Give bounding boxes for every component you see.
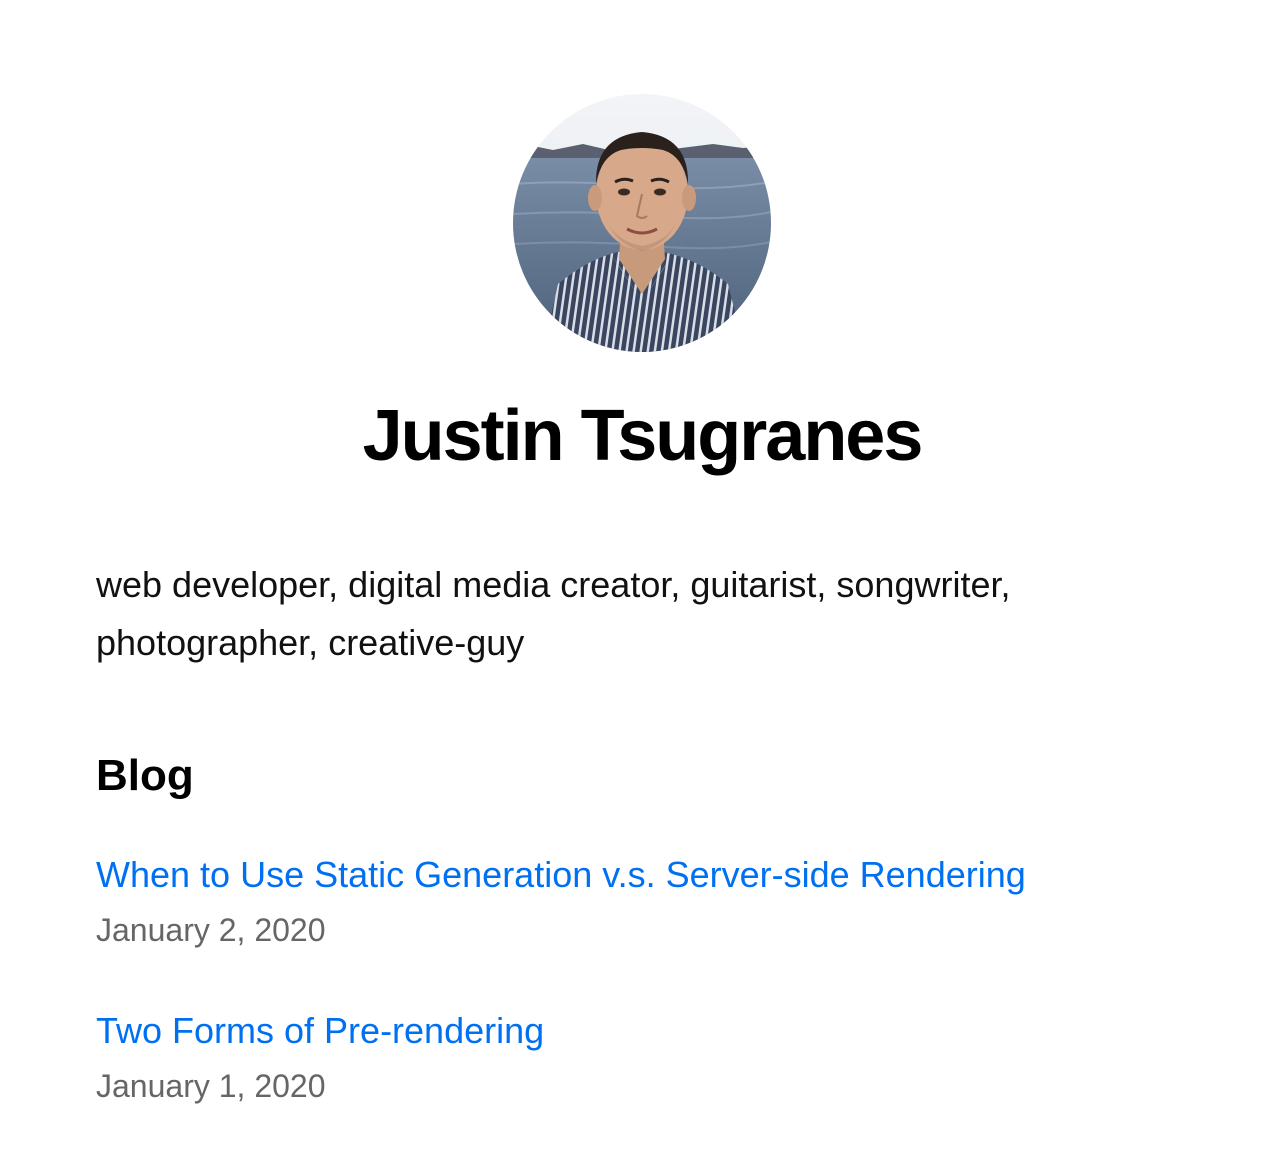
blog-post-link[interactable]: Two Forms of Pre-rendering (96, 1006, 544, 1056)
profile-bio: web developer, digital media creator, gu… (96, 564, 1011, 663)
page: Justin Tsugranes web developer, digital … (0, 0, 1284, 1174)
blog-section: Blog When to Use Static Generation v.s. … (96, 748, 1196, 1104)
blog-post-date: January 2, 2020 (96, 912, 326, 948)
profile-avatar (513, 94, 771, 352)
avatar-photo-illustration (513, 94, 771, 352)
blog-post-date: January 1, 2020 (96, 1068, 326, 1104)
profile-name: Justin Tsugranes (362, 396, 924, 476)
blog-post-link[interactable]: When to Use Static Generation v.s. Serve… (96, 850, 1026, 900)
list-item: Two Forms of Pre-rendering January 1, 20… (96, 1006, 544, 1108)
list-item: When to Use Static Generation v.s. Serve… (96, 850, 1026, 952)
profile-header: Justin Tsugranes (0, 94, 1284, 472)
blog-heading: Blog (96, 751, 194, 800)
